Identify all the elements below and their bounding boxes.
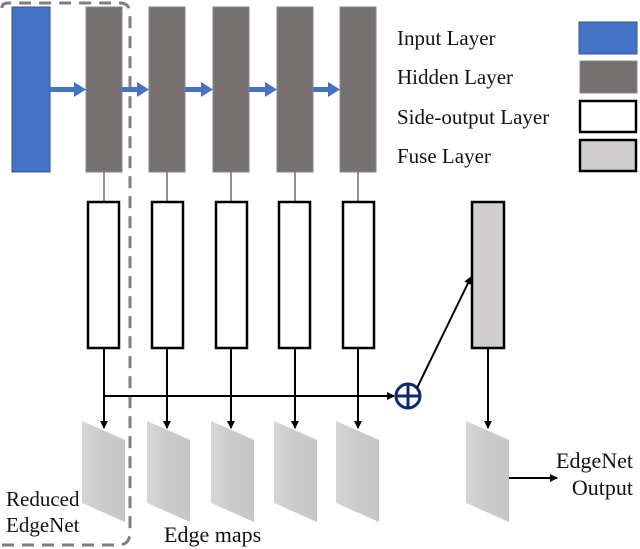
output-label-line2: Output [572,475,633,500]
side-output-layer [341,200,376,350]
edgenet-diagram: Reduced EdgeNet Edge maps EdgeNet Output… [0,1,638,547]
side-to-map-arrows [100,348,362,429]
hidden-layer [212,6,250,173]
side-output-layer [150,200,185,350]
legend-label-side-output: Side-output Layer [397,105,549,129]
output-label-line1: EdgeNet [556,448,633,473]
forward-arrow-icon [313,82,340,97]
forward-arrow-icon [122,82,149,97]
legend-swatch-fuse [578,138,638,173]
fuse-layer [470,200,506,350]
legend-label-fuse: Fuse Layer [397,144,491,168]
edge-maps-label: Edge maps [164,522,261,547]
legend-swatch-input [578,21,638,55]
hidden-layer [339,6,377,173]
edge-map [82,421,125,522]
edge-maps [82,421,379,522]
hidden-layer [148,6,186,173]
edge-map [211,421,254,522]
edge-map [336,421,379,522]
forward-arrow-icon [185,82,213,97]
edge-map [274,421,317,522]
hidden-to-side-connectors [103,172,359,202]
output-edge-map [466,421,509,522]
edge-map [147,421,190,522]
forward-arrow-icon [50,82,86,97]
reduced-edgenet-label-line2: EdgeNet [6,513,80,537]
side-output-layer [86,200,121,350]
forward-arrow-icon [249,82,277,97]
side-output-layer [214,200,249,350]
legend-label-input: Input Layer [397,26,496,50]
reduced-edgenet-label-line1: Reduced [6,487,80,511]
legend-swatch-hidden [579,60,638,94]
sum-to-fuse-arrow [416,276,472,389]
hidden-layer [85,6,123,173]
legend: Input Layer Hidden Layer Side-output Lay… [397,21,638,173]
legend-label-hidden: Hidden Layer [397,65,513,89]
legend-swatch-side-output [578,99,638,134]
input-layer [11,6,51,173]
side-output-layer [277,200,312,350]
hidden-layer [276,6,314,173]
